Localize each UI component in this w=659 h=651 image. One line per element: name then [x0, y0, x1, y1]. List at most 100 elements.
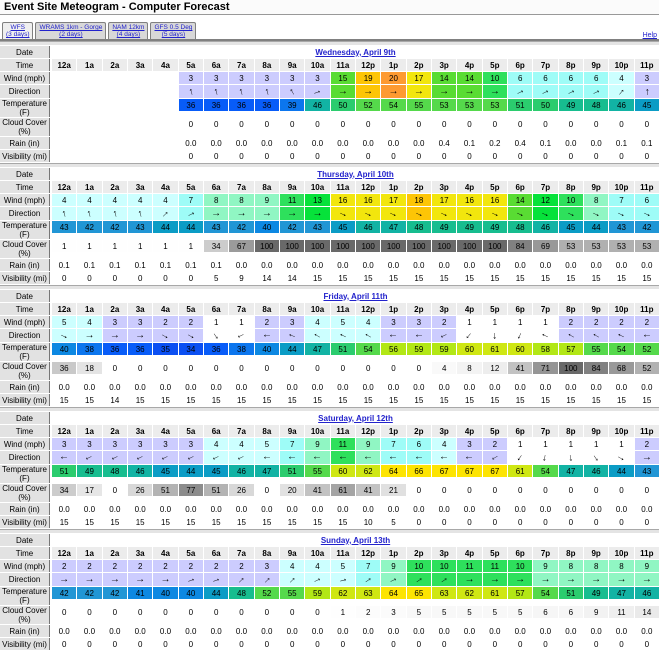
- date-link[interactable]: Thursday, April 10th: [317, 170, 393, 179]
- temperature-row: Temperature (F)3636363639465052545553535…: [0, 99, 659, 117]
- direction-cell: →: [508, 451, 532, 464]
- wind-cell: 1: [204, 316, 228, 328]
- time-header-cell: 1a: [77, 303, 101, 315]
- visibility-cell: 0: [255, 150, 279, 162]
- row-label-visibility: Visibility (mi): [0, 638, 50, 650]
- rain-cell: 0.0: [584, 259, 608, 271]
- direction-cell: →: [77, 329, 101, 342]
- rain-cell: 0.0: [381, 137, 405, 149]
- cloud-cell: 53: [609, 240, 633, 252]
- cloud-cell: 0: [635, 484, 659, 496]
- tab-wfs[interactable]: WFS(3 days): [2, 22, 33, 39]
- wind-cell: 3: [128, 316, 152, 328]
- wind-direction-arrow-icon: →: [234, 573, 248, 586]
- visibility-row: Visibility (mi)1515141515151515151515151…: [0, 394, 659, 406]
- wind-direction-arrow-icon: →: [439, 87, 449, 97]
- time-header-cell: 5a: [179, 303, 203, 315]
- direction-cell: →: [179, 451, 203, 464]
- wind-direction-arrow-icon: →: [363, 87, 373, 97]
- rain-cell: 0.0: [381, 259, 405, 271]
- wind-direction-arrow-icon: →: [462, 329, 476, 342]
- wind-cell: 4: [204, 438, 228, 450]
- time-header-cell: 4p: [457, 547, 481, 559]
- rain-cell: 0.0: [559, 137, 583, 149]
- cloud-cell: 84: [508, 240, 532, 252]
- temperature-cell: 43: [128, 221, 152, 233]
- rain-cell: 0.0: [229, 381, 253, 393]
- visibility-cell: 15: [609, 272, 633, 284]
- visibility-cell: 15: [128, 516, 152, 528]
- date-link[interactable]: Saturday, April 12th: [318, 414, 393, 423]
- cloud-cell: 0: [356, 118, 380, 130]
- visibility-cell: 0: [381, 150, 405, 162]
- date-link[interactable]: Wednesday, April 9th: [315, 48, 395, 57]
- time-header-cell: 3p: [432, 181, 456, 193]
- wind-cell: 9: [635, 560, 659, 572]
- wind-direction-arrow-icon: →: [388, 331, 398, 341]
- rain-cell: 0.0: [153, 381, 177, 393]
- temperature-cell: 63: [432, 587, 456, 599]
- tab-nam-12km[interactable]: NAM 12km(4 days): [108, 22, 148, 39]
- cloud-cell: 51: [153, 484, 177, 496]
- rain-cell: 0.1: [179, 259, 203, 271]
- cloud-row: Cloud Cover (%)3618000000000000048124171…: [0, 362, 659, 380]
- direction-cell: →: [280, 451, 304, 464]
- time-header-cell: 9a: [280, 303, 304, 315]
- wind-direction-arrow-icon: →: [564, 207, 577, 220]
- direction-cell: →: [52, 207, 76, 220]
- time-header-cell: 12a: [52, 59, 76, 71]
- wind-direction-arrow-icon: →: [159, 451, 172, 464]
- date-link[interactable]: Friday, April 11th: [323, 292, 387, 301]
- wind-cell: 4: [432, 438, 456, 450]
- time-header-cell: 6p: [508, 547, 532, 559]
- wind-cell: 9: [305, 438, 329, 450]
- temperature-cell: [153, 99, 177, 111]
- rain-cell: 0.0: [407, 381, 431, 393]
- rain-cell: 0.0: [179, 137, 203, 149]
- rain-cell: 0.0: [609, 381, 633, 393]
- cloud-cell: 0: [204, 118, 228, 130]
- visibility-cell: 14: [255, 272, 279, 284]
- temperature-cell: 50: [533, 99, 557, 111]
- cloud-cell: 53: [635, 240, 659, 252]
- wind-cell: 2: [179, 316, 203, 328]
- rain-cell: 0.0: [457, 503, 481, 515]
- row-label-wind: Wind (mph): [0, 316, 50, 328]
- wind-direction-arrow-icon: →: [615, 207, 628, 220]
- visibility-cell: 0: [52, 272, 76, 284]
- cloud-cell: 0: [407, 484, 431, 496]
- rain-row: Rain (in)0.00.00.00.00.00.00.00.00.00.00…: [0, 381, 659, 393]
- wind-cell: 2: [128, 560, 152, 572]
- tab-wrams-1km-gorge[interactable]: WRAMS 1km - Gorge(2 days): [35, 22, 106, 39]
- temperature-cell: 62: [457, 587, 481, 599]
- time-header-cell: 12a: [52, 181, 76, 193]
- temperature-cell: 55: [407, 99, 431, 111]
- visibility-cell: 15: [204, 394, 228, 406]
- wind-cell: 10: [508, 560, 532, 572]
- visibility-cell: 0: [457, 516, 481, 528]
- cloud-cell: 0: [179, 362, 203, 374]
- direction-cell: →: [381, 207, 405, 220]
- temperature-cell: 51: [280, 465, 304, 477]
- rain-cell: 0.0: [103, 503, 127, 515]
- time-header-cell: 7p: [533, 181, 557, 193]
- rain-cell: 0.0: [457, 259, 481, 271]
- visibility-cell: 0: [635, 638, 659, 650]
- direction-cell: →: [204, 207, 228, 220]
- section-separator: [0, 285, 659, 289]
- time-header-cell: 12a: [52, 303, 76, 315]
- cloud-cell: 0: [153, 606, 177, 618]
- rain-cell: [77, 137, 101, 149]
- cloud-cell: 100: [331, 240, 355, 252]
- rain-cell: 0.0: [77, 625, 101, 637]
- time-header-cell: 4p: [457, 181, 481, 193]
- wind-direction-arrow-icon: →: [540, 452, 552, 464]
- wind-cell: 2: [204, 560, 228, 572]
- help-link[interactable]: Help: [643, 32, 657, 39]
- date-link[interactable]: Sunday, April 13th: [321, 536, 390, 545]
- tab-gfs-0-5-deg[interactable]: GFS 0.5 Deg(5 days): [150, 22, 196, 39]
- time-header-cell: 6p: [508, 425, 532, 437]
- visibility-cell: 0: [559, 516, 583, 528]
- wind-cell: 16: [331, 194, 355, 206]
- wind-direction-arrow-icon: →: [211, 209, 221, 219]
